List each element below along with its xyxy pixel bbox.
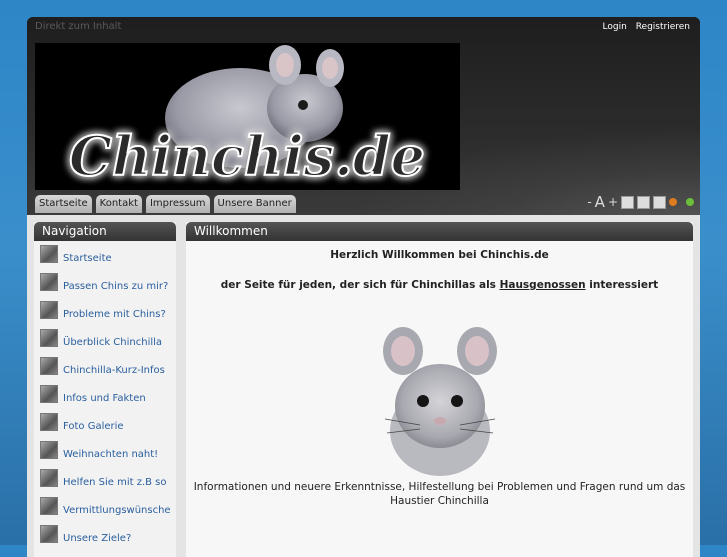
layout-narrow-button[interactable] — [621, 195, 634, 209]
chinchilla-icon — [40, 329, 58, 347]
info-line-1: Informationen und neuere Erkenntnisse, H… — [193, 481, 686, 493]
sidebar-link[interactable]: Probleme mit Chins? — [63, 309, 166, 320]
chinchilla-icon — [40, 385, 58, 403]
tab-startseite[interactable]: Startseite — [35, 195, 92, 213]
site-banner[interactable]: Chinchis.de — [35, 43, 460, 190]
page: Direkt zum Inhalt Login Registrieren Chi… — [27, 17, 700, 557]
tab-unsere-banner[interactable]: Unsere Banner — [213, 195, 296, 213]
chinchilla-icon — [40, 357, 58, 375]
header: Direkt zum Inhalt Login Registrieren Chi… — [27, 17, 700, 227]
tab-impressum[interactable]: Impressum — [145, 195, 210, 213]
sidebar-link[interactable]: Startseite — [63, 253, 112, 264]
main-title: Willkommen — [186, 222, 693, 241]
sidebar-link[interactable]: Überblick Chinchilla — [63, 337, 162, 348]
font-reset-button[interactable]: A — [595, 193, 605, 211]
sidebar-title: Navigation — [34, 222, 176, 241]
sidebar-link[interactable]: Chinchilla-Kurz-Infos — [63, 365, 165, 376]
sidebar-item: Foto Galerie — [40, 413, 176, 433]
layout-medium-button[interactable] — [637, 195, 650, 209]
skip-to-content-link[interactable]: Direkt zum Inhalt — [35, 21, 121, 32]
sidebar-link[interactable]: Passen Chins zu mir? — [63, 281, 168, 292]
orange-style-icon[interactable] — [669, 198, 677, 206]
sidebar-link[interactable]: Weihnachten naht! — [63, 449, 158, 460]
chinchilla-icon — [40, 469, 58, 487]
sidebar-item: Probleme mit Chins? — [40, 301, 176, 321]
chinchilla-icon — [40, 413, 58, 431]
layout-wide-button[interactable] — [653, 195, 666, 209]
sidebar: Navigation Startseite Passen Chins zu mi… — [34, 222, 176, 557]
login-link[interactable]: Login — [603, 22, 627, 32]
sidebar-link[interactable]: Vermittlungswünsche — [63, 505, 171, 516]
sidebar-nav-list: Startseite Passen Chins zu mir? Probleme… — [34, 241, 176, 545]
green-style-icon[interactable] — [686, 198, 694, 206]
banner-logo-text: Chinchis.de — [69, 124, 425, 188]
subheading-text-end: interessiert — [585, 279, 659, 291]
top-links: Login Registrieren — [597, 22, 690, 32]
welcome-subheading: der Seite für jeden, der sich für Chinch… — [186, 279, 693, 291]
font-increase-button[interactable]: + — [608, 195, 618, 209]
sidebar-item: Vermittlungswünsche — [40, 497, 176, 517]
main-body: Herzlich Willkommen bei Chinchis.de der … — [186, 249, 693, 508]
sidebar-link[interactable]: Unsere Ziele? — [63, 533, 131, 544]
chinchilla-banner-image: Chinchis.de — [68, 45, 426, 189]
sidebar-item: Infos und Fakten — [40, 385, 176, 405]
tab-kontakt[interactable]: Kontakt — [95, 195, 142, 213]
sidebar-link[interactable]: Infos und Fakten — [63, 393, 146, 404]
hausgenossen-link[interactable]: Hausgenossen — [500, 279, 586, 291]
sidebar-item: Weihnachten naht! — [40, 441, 176, 461]
sidebar-item: Chinchilla-Kurz-Infos — [40, 357, 176, 377]
chinchilla-icon — [40, 245, 58, 263]
sidebar-link[interactable]: Foto Galerie — [63, 421, 124, 432]
chinchilla-icon — [40, 273, 58, 291]
accessibility-tools: - A + — [587, 193, 694, 211]
top-navigation: Startseite Kontakt Impressum Unsere Bann… — [35, 195, 296, 213]
chinchilla-icon — [40, 497, 58, 515]
sidebar-item: Passen Chins zu mir? — [40, 273, 176, 293]
font-decrease-button[interactable]: - — [587, 195, 591, 209]
info-text: Informationen und neuere Erkenntnisse, H… — [186, 480, 693, 508]
main-content: Willkommen Herzlich Willkommen bei Chinc… — [186, 222, 693, 557]
chinchilla-icon — [40, 441, 58, 459]
sidebar-item: Überblick Chinchilla — [40, 329, 176, 349]
info-line-2: Haustier Chinchilla — [390, 495, 489, 507]
register-link[interactable]: Registrieren — [636, 22, 690, 32]
sidebar-item: Unsere Ziele? — [40, 525, 176, 545]
subheading-text: der Seite für jeden, der sich für Chinch… — [220, 279, 500, 291]
sidebar-link[interactable]: Helfen Sie mit z.B so — [63, 477, 167, 488]
chinchilla-icon — [40, 301, 58, 319]
welcome-heading: Herzlich Willkommen bei Chinchis.de — [330, 249, 549, 261]
chinchilla-icon — [40, 525, 58, 543]
sidebar-item: Startseite — [40, 245, 176, 265]
sidebar-item: Helfen Sie mit z.B so — [40, 469, 176, 489]
chinchilla-photo — [382, 327, 497, 476]
